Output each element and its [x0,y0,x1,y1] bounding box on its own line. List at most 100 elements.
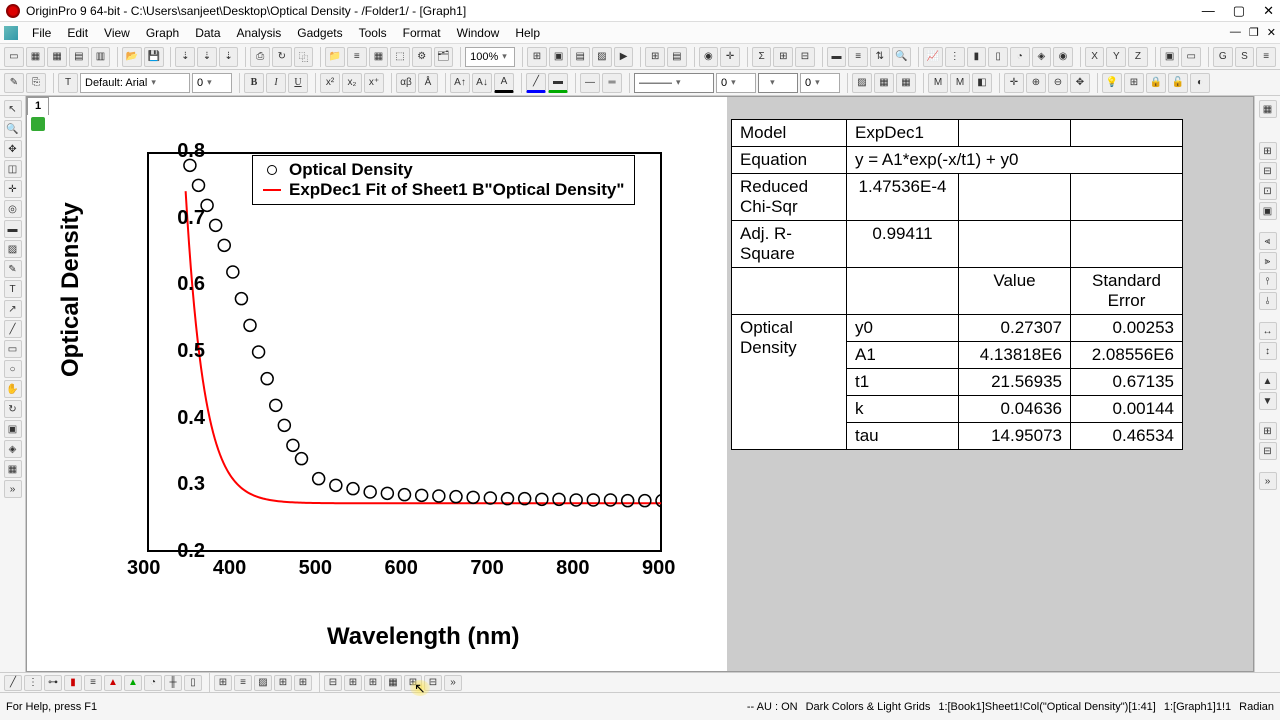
new-matrix-button[interactable]: ▥ [91,47,111,67]
data-point[interactable] [296,453,308,465]
expand-right-icon[interactable]: » [1259,472,1277,490]
new-layout-button[interactable]: ▣ [549,47,569,67]
menu-data[interactable]: Data [187,26,228,40]
subscript-button[interactable]: x₂ [342,73,362,93]
stats-button[interactable]: Σ [752,47,772,67]
extract-to-graphs-button[interactable]: ▦ [1259,100,1277,118]
legend[interactable]: Optical Density ExpDec1 Fit of Sheet1 B"… [252,155,635,205]
row-stats-button[interactable]: ⊟ [795,47,815,67]
copy-format-button[interactable]: ✎ [4,73,24,93]
superscript-button[interactable]: x² [320,73,340,93]
lock-icon[interactable]: 🔒 [1146,73,1166,93]
val-combo-b[interactable]: 0 [800,73,840,93]
merge-button[interactable]: ⊞ [1259,142,1277,160]
arrow-tool[interactable]: ↗ [4,300,22,318]
project-explorer-button[interactable]: 🗂 [434,47,454,67]
pattern-button[interactable]: ▨ [852,73,872,93]
new-workbook-button[interactable]: ▦ [26,47,46,67]
font-combo[interactable]: Default: Arial [80,73,190,93]
hand-tool[interactable]: ✋ [4,380,22,398]
z-axis-button[interactable]: Z [1128,47,1148,67]
zoom-plot-button[interactable]: ▦ [384,675,402,691]
new-folder-button[interactable]: 📁 [325,47,345,67]
circle-tool[interactable]: ○ [4,360,22,378]
4-panel-button[interactable]: ⊞ [294,675,312,691]
menu-tools[interactable]: Tools [351,26,395,40]
scatter-plot-button[interactable]: ⋮ [24,675,42,691]
align-bottom-button[interactable]: ⫰ [1259,292,1277,310]
stock-plot-button[interactable]: ╫ [164,675,182,691]
minimize-button[interactable]: — [1202,3,1215,19]
plot-line-button[interactable]: 📈 [923,47,943,67]
symbol-combo[interactable] [758,73,798,93]
italic-button[interactable]: I [266,73,286,93]
data-reader-tool[interactable]: ✛ [4,180,22,198]
antialiasing-button[interactable]: ◐ [1190,73,1210,93]
plot-pie-button[interactable]: ◔ [1010,47,1030,67]
data-point[interactable] [287,439,299,451]
align-right-button[interactable]: ⫸ [1259,252,1277,270]
duplicate-button[interactable]: ⿻ [294,47,314,67]
screen-reader-button[interactable]: ◉ [699,47,719,67]
double-y-button[interactable]: ⊞ [214,675,232,691]
front-button[interactable]: ▲ [1259,372,1277,390]
line-style-button[interactable]: — [580,73,600,93]
chart-area[interactable]: Optical Density Wavelength (nm) Optical … [27,97,727,671]
data-point[interactable] [347,483,359,495]
mask-button[interactable]: ▬ [827,47,847,67]
screen-reader-tool[interactable]: ◎ [4,200,22,218]
rotate-tool[interactable]: ↻ [4,400,22,418]
sort-button[interactable]: ⇅ [870,47,890,67]
uniform-height-button[interactable]: ↕ [1259,342,1277,360]
data-point[interactable] [467,491,479,503]
menu-graph[interactable]: Graph [138,26,187,40]
zoom-out-button[interactable]: ⊖ [1048,73,1068,93]
zoom-in-button[interactable]: ⊕ [1026,73,1046,93]
vertical-2-panel-button[interactable]: ⊟ [324,675,342,691]
add-inset-button[interactable]: ▣ [1259,202,1277,220]
data-point[interactable] [193,179,205,191]
doc-minimize-button[interactable]: — [1230,26,1241,39]
plot-3d-button[interactable]: ◈ [1032,47,1052,67]
region-tool[interactable]: ▬ [4,220,22,238]
mask-tool[interactable]: ▨ [4,240,22,258]
expand-icon[interactable]: » [4,480,22,498]
pie-plot-button[interactable]: ◔ [144,675,162,691]
menu-file[interactable]: File [24,26,59,40]
data-point[interactable] [235,293,247,305]
group-button[interactable]: ⊞ [1259,422,1277,440]
x-axis-button[interactable]: X [1085,47,1105,67]
data-point[interactable] [416,489,428,501]
data-point[interactable] [218,239,230,251]
line-tool[interactable]: ╱ [4,320,22,338]
column-plot-button[interactable]: ▮ [64,675,82,691]
back-button[interactable]: ▼ [1259,392,1277,410]
font-icon[interactable]: T [58,73,78,93]
lock-open-icon[interactable]: 🔓 [1168,73,1188,93]
recalculate-button[interactable]: ≡ [347,47,367,67]
data-point[interactable] [484,492,496,504]
print-button[interactable]: ⎙ [250,47,270,67]
val-combo-a[interactable]: 0 [716,73,756,93]
s-button[interactable]: S [1235,47,1255,67]
x-axis-label[interactable]: Wavelength (nm) [327,623,519,651]
pointer-tool[interactable]: ↖ [4,100,22,118]
panning-tool[interactable]: ✥ [4,140,22,158]
new-project-button[interactable]: ▭ [4,47,24,67]
grid-button[interactable]: ▦ [896,73,916,93]
line-color-button[interactable]: ╱ [526,73,546,93]
draw-data-tool[interactable]: ✎ [4,260,22,278]
legend-button[interactable]: ▭ [1181,47,1201,67]
new-excel-button[interactable]: ▦ [47,47,67,67]
data-point[interactable] [622,495,634,507]
doc-close-button[interactable]: ✕ [1267,26,1276,39]
add-top-x-button[interactable]: ⊡ [1259,182,1277,200]
data-point[interactable] [244,319,256,331]
menu-edit[interactable]: Edit [59,26,96,40]
new-notes-button[interactable]: ▤ [570,47,590,67]
line-style-combo[interactable]: ——— [634,73,714,93]
results-log-button[interactable]: ▤ [667,47,687,67]
stacked-area-button[interactable]: ▲ [124,675,142,691]
fill-color-button[interactable]: ▬ [548,73,568,93]
bold-button[interactable]: B [244,73,264,93]
